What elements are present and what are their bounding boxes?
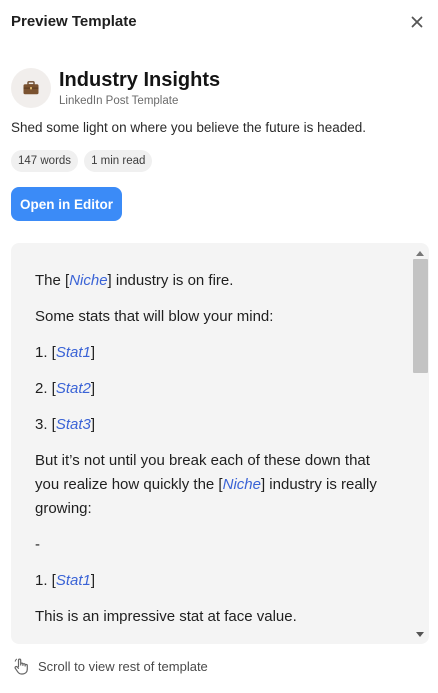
preview-text: This is an impressive stat at face value… (35, 608, 297, 625)
preview-text: ] (90, 572, 96, 589)
modal-title: Preview Template (11, 13, 137, 30)
template-avatar (11, 68, 51, 108)
preview-text: 1. [ (35, 344, 56, 361)
caret-up-icon[interactable] (416, 250, 424, 256)
preview-text: 1. [ (35, 572, 56, 589)
preview-text: ] industry is on fire. (107, 272, 234, 289)
scroll-up-arrow[interactable] (411, 247, 429, 259)
template-title: Industry Insights (59, 69, 221, 91)
caret-down-icon[interactable] (416, 631, 424, 637)
briefcase-icon (23, 81, 39, 95)
template-preview[interactable]: The [Niche] industry is on fire. Some sta… (11, 243, 429, 644)
placeholder-variable: Stat1 (55, 572, 91, 589)
modal-header: Preview Template (0, 0, 438, 44)
template-badges: 147 words 1 min read (11, 150, 153, 172)
template-header: Industry Insights LinkedIn Post Template (11, 68, 431, 108)
preview-text: ] (90, 416, 96, 433)
template-subtitle: LinkedIn Post Template (59, 95, 179, 107)
scroll-down-arrow[interactable] (411, 628, 429, 640)
preview-text: ] (90, 344, 96, 361)
read-time-badge: 1 min read (84, 150, 153, 172)
preview-line: 1. [Stat1] (35, 341, 385, 365)
placeholder-variable: Niche (222, 476, 261, 493)
template-description: Shed some light on where you believe the… (11, 120, 366, 135)
preview-line: Some stats that will blow your mind: (35, 305, 385, 329)
scroll-thumb[interactable] (413, 259, 428, 373)
preview-line: This is an impressive stat at face value… (35, 605, 385, 629)
preview-line: 1. [Stat1] (35, 569, 385, 593)
preview-line: 2. [Stat2] (35, 377, 385, 401)
preview-text: Some stats that will blow your mind: (35, 308, 274, 325)
preview-text: 2. [ (35, 380, 56, 397)
preview-line: The [Niche] industry is on fire. (35, 269, 385, 293)
preview-text: The [ (35, 272, 70, 289)
placeholder-variable: Stat3 (55, 416, 91, 433)
preview-content: The [Niche] industry is on fire. Some sta… (35, 269, 385, 641)
preview-text: ] (90, 380, 96, 397)
preview-line: But it’s not until you break each of the… (35, 449, 385, 521)
preview-scrollbar[interactable] (411, 243, 429, 644)
preview-line: - (35, 533, 385, 557)
hand-pointer-icon (14, 658, 28, 675)
close-button[interactable] (405, 11, 429, 33)
scroll-hint-text: Scroll to view rest of template (38, 658, 208, 674)
preview-line: 3. [Stat3] (35, 413, 385, 437)
placeholder-variable: Niche (69, 272, 108, 289)
scroll-hint: Scroll to view rest of template (13, 656, 208, 676)
word-count-badge: 147 words (11, 150, 79, 172)
placeholder-variable: Stat1 (55, 344, 91, 361)
preview-text: - (35, 536, 40, 553)
placeholder-variable: Stat2 (55, 380, 91, 397)
close-icon[interactable] (411, 16, 423, 28)
open-in-editor-button[interactable]: Open in Editor (11, 187, 122, 221)
preview-text: 3. [ (35, 416, 56, 433)
